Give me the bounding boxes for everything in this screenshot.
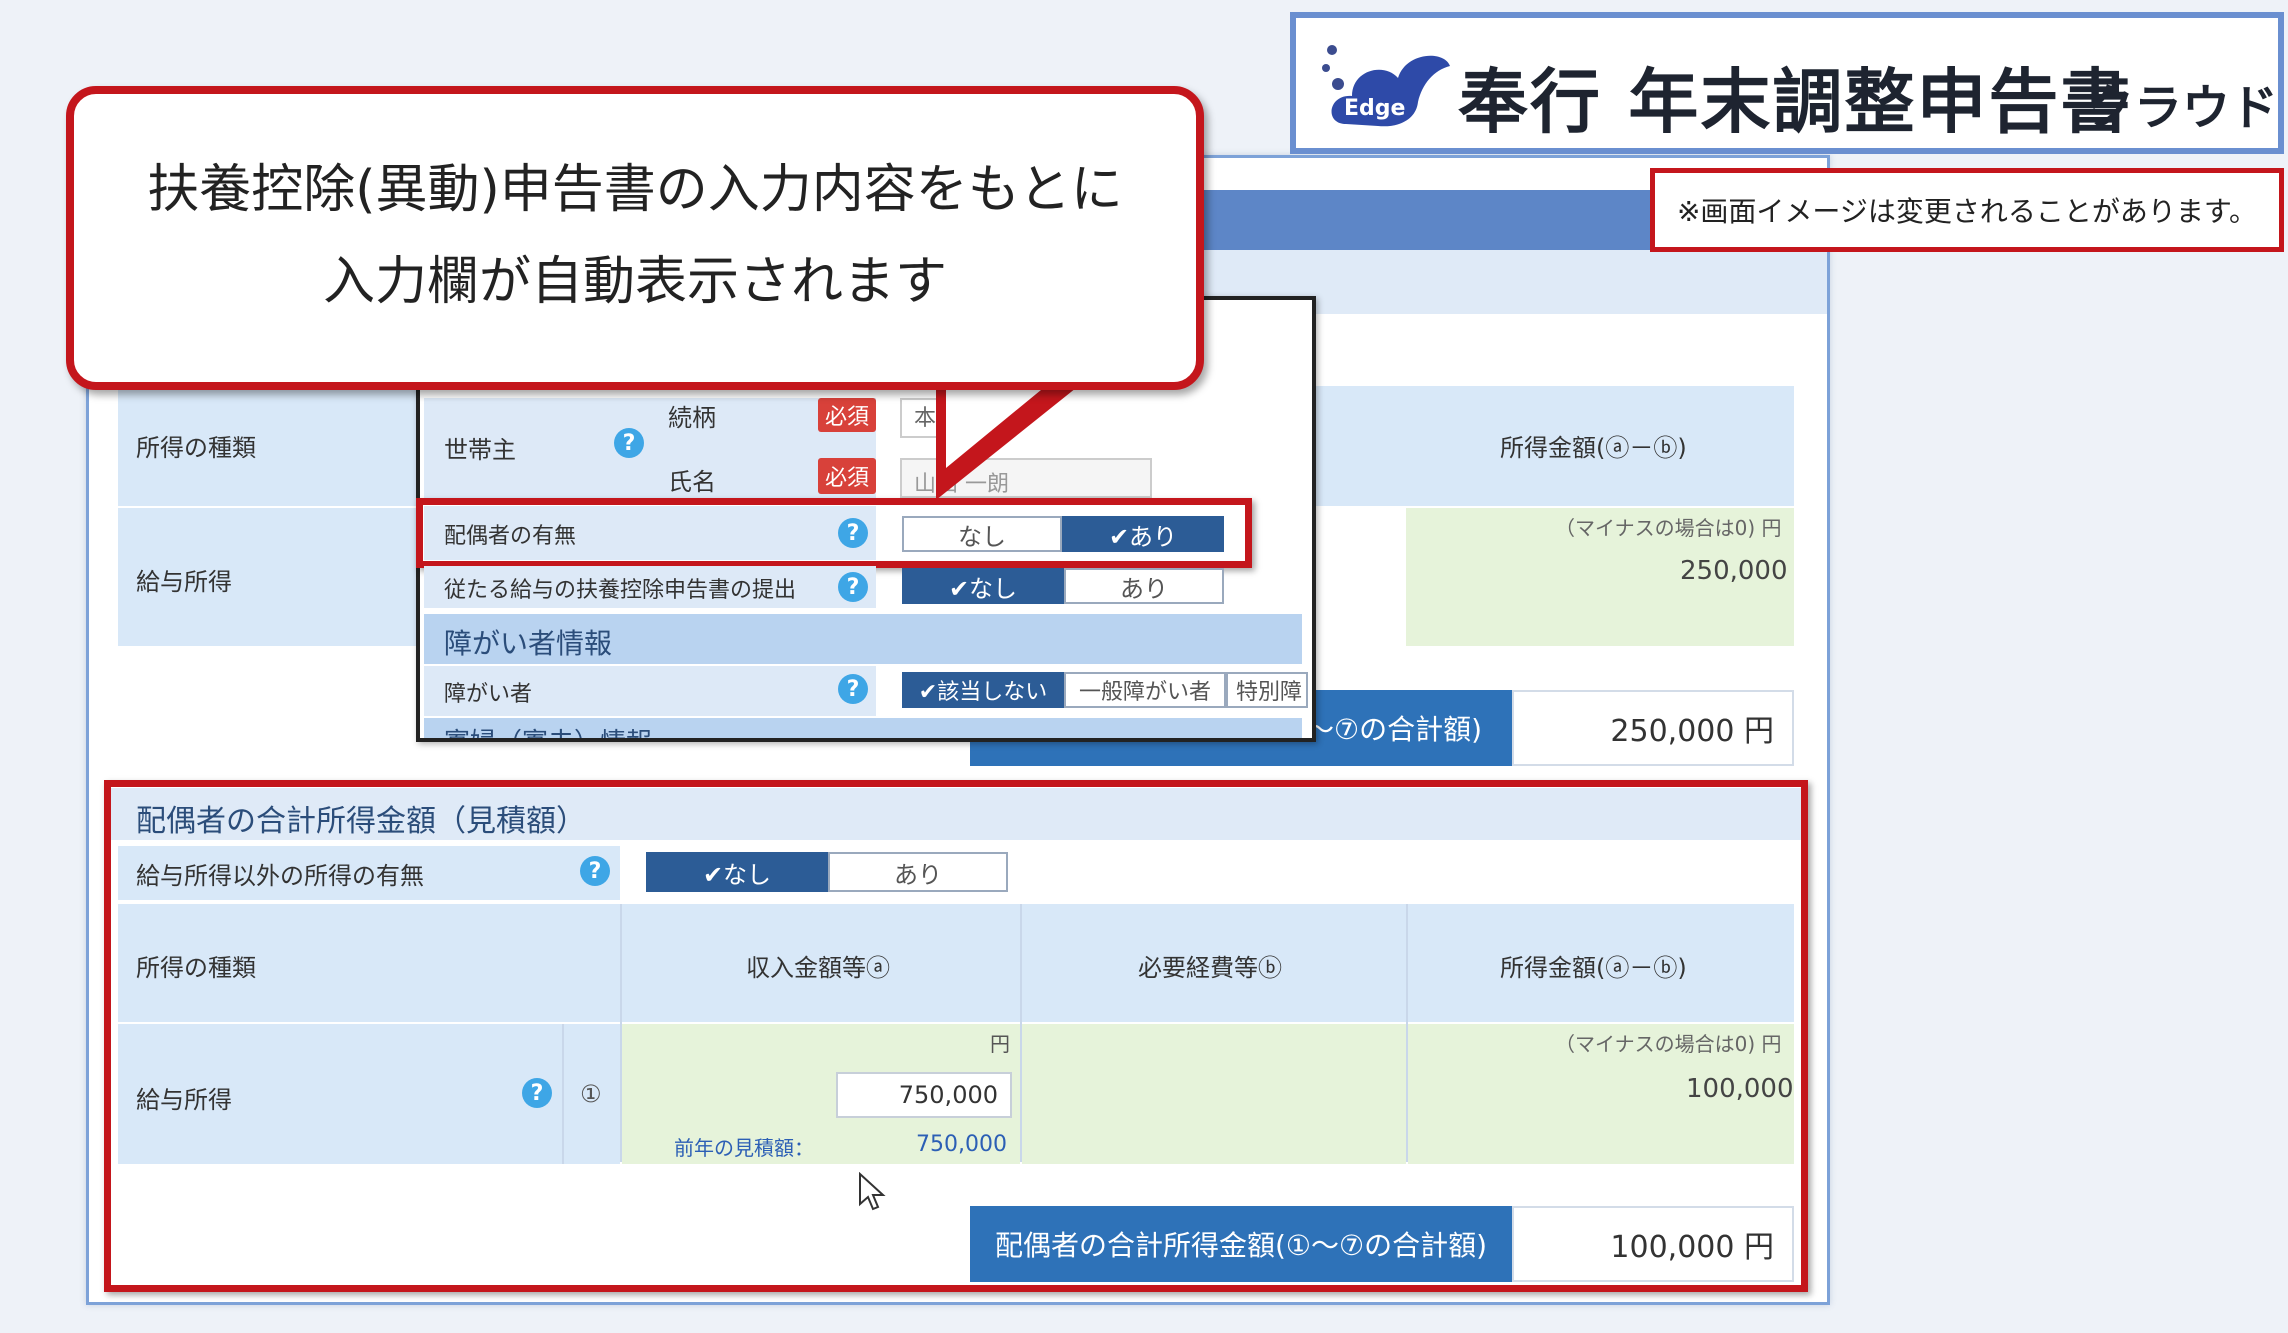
mouse-cursor-icon bbox=[859, 1172, 886, 1211]
name-label: 氏名 bbox=[668, 468, 716, 496]
widow-section-title: 寡婦（寡夫）情報 bbox=[444, 722, 1302, 738]
spouse-highlight-frame bbox=[416, 498, 1252, 568]
disability-none-toggle[interactable]: ✔該当しない bbox=[902, 672, 1064, 708]
widow-section-header: 寡婦（寡夫）情報 bbox=[424, 718, 1302, 738]
notice-box: ※画面イメージは変更されることがあります。 bbox=[1650, 168, 2284, 252]
base-total-value: 250,000 円 bbox=[1512, 690, 1794, 766]
disability-help-icon[interactable]: ? bbox=[838, 674, 868, 704]
relation-label: 続柄 bbox=[668, 404, 716, 432]
main-salary-label: 従たる給与の扶養控除申告書の提出 bbox=[444, 578, 797, 603]
salary-income-value: 250,000 bbox=[1680, 556, 1788, 586]
relation-input[interactable]: 本 bbox=[900, 398, 940, 438]
relation-required-badge: 必須 bbox=[818, 398, 876, 432]
disability-special-toggle[interactable]: 特別障 bbox=[1226, 672, 1308, 708]
logo-suffix: クラウド bbox=[2086, 80, 2279, 136]
main-salary-none-toggle[interactable]: ✔なし bbox=[902, 568, 1064, 604]
disability-label: 障がい者 bbox=[444, 682, 533, 707]
callout-line-2: 入力欄が自動表示されます bbox=[322, 252, 947, 312]
product-logo: Edge 奉行 年末調整申告書 クラウド bbox=[1290, 12, 2284, 154]
edge-badge: Edge bbox=[1344, 96, 1406, 121]
logo-title: 奉行 年末調整申告書 bbox=[1458, 61, 2133, 143]
main-salary-yes-toggle[interactable]: あり bbox=[1064, 568, 1224, 604]
callout-line-1: 扶養控除(異動)申告書の入力内容をもとに bbox=[147, 160, 1123, 220]
income-amount-label: 所得金額(ⓐ－ⓑ) bbox=[1500, 434, 1687, 462]
cloud-logo-icon bbox=[1322, 45, 1450, 127]
disability-general-toggle[interactable]: 一般障がい者 bbox=[1064, 672, 1226, 708]
spouse-section-highlight-frame bbox=[104, 780, 1808, 1292]
minus-note: （マイナスの場合は0) 円 bbox=[1555, 516, 1782, 540]
disability-section-title: 障がい者情報 bbox=[444, 627, 613, 660]
income-type-label: 所得の種類 bbox=[136, 434, 256, 462]
householder-label: 世帯主 bbox=[444, 436, 516, 464]
householder-help-icon[interactable]: ? bbox=[614, 428, 644, 458]
main-salary-help-icon[interactable]: ? bbox=[838, 572, 868, 602]
callout-bubble: 扶養控除(異動)申告書の入力内容をもとに 入力欄が自動表示されます bbox=[66, 86, 1204, 390]
salary-income-label: 給与所得 bbox=[136, 568, 232, 596]
name-required-badge: 必須 bbox=[818, 458, 876, 494]
